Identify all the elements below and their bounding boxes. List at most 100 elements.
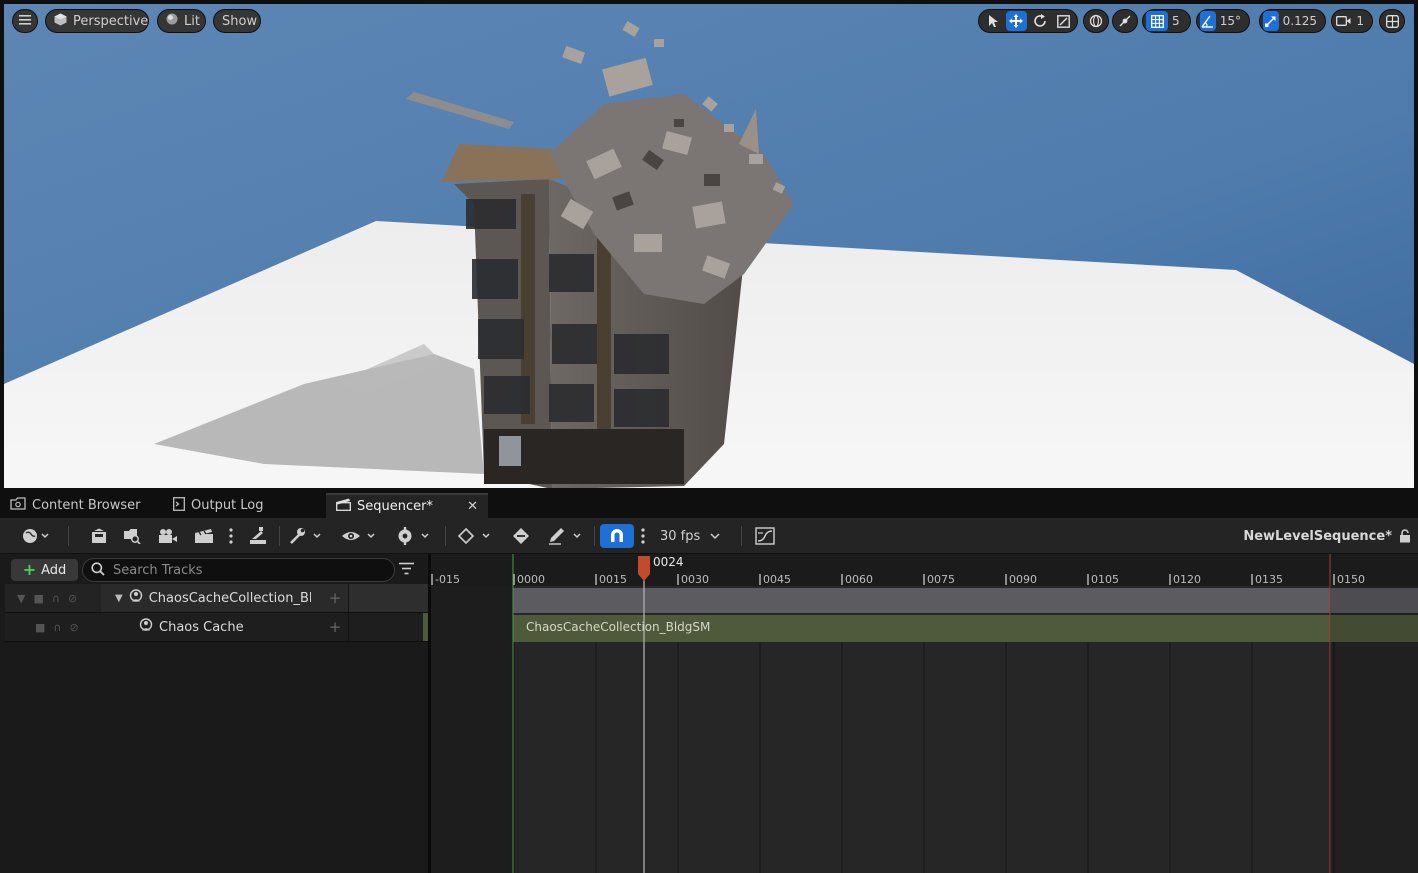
fps-dropdown[interactable]: 30 fps: [660, 524, 724, 548]
close-tab-icon[interactable]: ✕: [467, 499, 478, 514]
headphones-icon[interactable]: ∩: [52, 592, 60, 605]
clapperboard-icon: [194, 528, 214, 544]
settings-wrench-button[interactable]: [287, 524, 325, 548]
scale-icon[interactable]: [1053, 11, 1075, 31]
move-icon[interactable]: [1005, 11, 1027, 31]
world-menu-button[interactable]: [16, 524, 56, 548]
grid-snap[interactable]: 5: [1142, 9, 1191, 33]
lit-sphere-icon: [166, 13, 178, 29]
track-extra-column: [348, 584, 428, 612]
clapperboard-icon: [336, 498, 351, 515]
world-local-toggle[interactable]: [1083, 9, 1109, 33]
track-name-cell[interactable]: ▼ ChaosCacheCollection_BldgSM: [101, 584, 322, 612]
scale-snap-value: 0.125: [1282, 14, 1317, 28]
select-arrow-icon[interactable]: [982, 11, 1004, 31]
track-name-cell[interactable]: Chaos Cache: [101, 613, 322, 641]
more-options-button[interactable]: [224, 524, 238, 548]
snapping-options-button[interactable]: [637, 524, 649, 548]
sequence-name: NewLevelSequence*: [1243, 528, 1392, 544]
lock-icon[interactable]: ■: [35, 621, 45, 634]
plus-icon: +: [22, 560, 37, 579]
headphones-icon[interactable]: ∩: [53, 621, 61, 634]
globe-icon: [1087, 11, 1105, 31]
timeline-area[interactable]: 0024 -015 0000 0015 0030 0045 0060 0075 0090 010…: [431, 554, 1418, 873]
gear-play-icon: [395, 527, 433, 545]
perspective-button[interactable]: Perspective: [45, 9, 149, 33]
mute-icon[interactable]: ⊘: [68, 592, 77, 605]
add-label: Add: [41, 562, 67, 578]
diamond-key-icon: [456, 527, 494, 545]
surface-snap-toggle[interactable]: [1112, 9, 1138, 33]
sequencer-toolbar: 30 fps NewLevelSequence*: [0, 518, 1418, 554]
playback-options-button[interactable]: [394, 524, 434, 548]
show-button[interactable]: Show: [213, 9, 261, 33]
pencil-icon: [547, 527, 585, 545]
layout-button[interactable]: [1379, 9, 1405, 33]
add-to-track-icon[interactable]: +: [322, 589, 348, 607]
actions-button[interactable]: [247, 524, 269, 548]
unreal-editor: Perspective Lit Show 5 15° 0.125 1 Conte…: [0, 0, 1418, 873]
key-interpolation-button[interactable]: [455, 524, 495, 548]
save-sequence-button[interactable]: [88, 524, 110, 548]
save-icon: [91, 528, 107, 544]
hierarchy-icon: [248, 527, 268, 545]
camera-speed[interactable]: 1: [1331, 9, 1373, 33]
curve-editor-button[interactable]: [754, 524, 776, 548]
pin-icon[interactable]: ▼: [17, 592, 25, 605]
actor-icon: [139, 618, 153, 636]
expand-arrow-icon[interactable]: ▼: [115, 593, 123, 604]
fps-label: 30 fps: [660, 528, 701, 544]
cache-section-label: ChaosCacheCollection_BldgSM: [526, 620, 711, 634]
rotation-snap[interactable]: 15°: [1196, 9, 1250, 33]
find-in-content-browser-button[interactable]: [121, 524, 143, 548]
filter-button[interactable]: [399, 562, 414, 578]
track-outliner: + Add ▼ ■ ∩ ⊘ ▼: [0, 554, 428, 873]
rotate-icon[interactable]: [1029, 11, 1051, 31]
search-tracks[interactable]: [82, 558, 395, 582]
track-row-chaos-cache[interactable]: ■ ∩ ⊘ Chaos Cache +: [5, 613, 428, 642]
chevron-down-icon: [710, 532, 720, 540]
level-viewport[interactable]: Perspective Lit Show 5 15° 0.125 1: [0, 0, 1418, 490]
tab-content-browser[interactable]: Content Browser: [0, 493, 160, 518]
grid-snap-value: 5: [1172, 14, 1180, 28]
track-label: ChaosCacheCollection_BldgSM: [148, 590, 311, 606]
scale-snap-icon: [1263, 11, 1279, 31]
actor-icon: [129, 589, 143, 607]
add-track-button[interactable]: + Add: [11, 559, 78, 581]
mute-icon[interactable]: ⊘: [69, 621, 78, 634]
snapping-toggle[interactable]: [600, 524, 634, 548]
ruler-label: -015: [435, 573, 460, 586]
add-key-button[interactable]: [510, 524, 532, 548]
timeline-canvas: [431, 554, 1418, 873]
panel-tab-bar: Content Browser Output Log Sequencer* ✕: [0, 490, 1418, 518]
cube-icon: [54, 13, 67, 30]
transform-tools: [978, 9, 1078, 33]
viewport-scene[interactable]: [4, 4, 1414, 488]
tab-sequencer[interactable]: Sequencer* ✕: [326, 493, 488, 518]
tab-output-log[interactable]: Output Log: [163, 493, 323, 518]
tab-label: Output Log: [191, 498, 264, 513]
key-add-icon: [512, 527, 530, 545]
scale-snap[interactable]: 0.125: [1259, 9, 1326, 33]
track-row-collection[interactable]: ▼ ■ ∩ ⊘ ▼ ChaosCacheCollection_BldgSM +: [5, 584, 428, 613]
lock-sequence-button[interactable]: [1397, 524, 1413, 548]
vertical-dots-icon: [641, 528, 645, 544]
ruler-label: 0000: [517, 573, 545, 586]
lit-button[interactable]: Lit: [157, 9, 206, 33]
search-input[interactable]: [113, 562, 383, 578]
rotation-snap-value: 15°: [1219, 14, 1241, 28]
edit-mode-button[interactable]: [546, 524, 586, 548]
lock-icon[interactable]: ■: [33, 592, 43, 605]
wrench-icon: [288, 527, 324, 545]
ruler-label: 0075: [927, 573, 955, 586]
view-options-button[interactable]: [340, 524, 380, 548]
add-to-track-icon[interactable]: +: [322, 618, 348, 636]
search-icon: [91, 561, 105, 579]
render-movie-button[interactable]: [193, 524, 215, 548]
viewport-menu-button[interactable]: [12, 9, 38, 33]
camera-speed-value: 1: [1356, 14, 1364, 28]
ruler-label: 0030: [681, 573, 709, 586]
create-camera-button[interactable]: [157, 524, 179, 548]
track-label: Chaos Cache: [159, 619, 244, 635]
output-log-icon: [173, 496, 185, 515]
